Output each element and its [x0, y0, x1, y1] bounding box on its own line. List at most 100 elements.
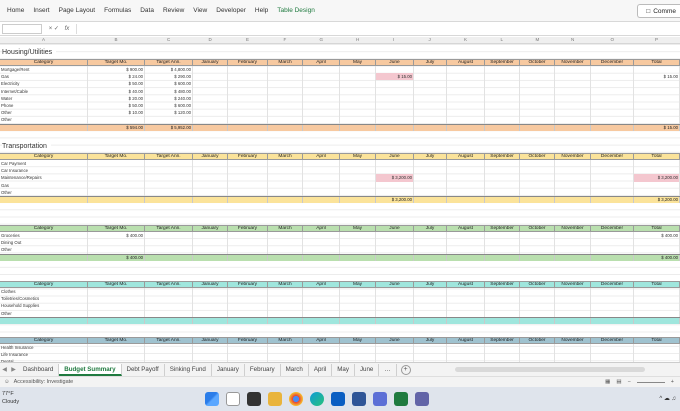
category-cell[interactable]: Car Insurance	[0, 167, 88, 175]
value-cell[interactable]	[520, 174, 555, 182]
value-cell[interactable]	[376, 87, 414, 95]
value-cell[interactable]	[340, 351, 376, 359]
total-cell[interactable]	[555, 124, 591, 131]
column-label[interactable]: Target Ann.	[145, 226, 193, 231]
value-cell[interactable]	[340, 181, 376, 189]
value-cell[interactable]	[303, 66, 340, 74]
column-label[interactable]: June	[376, 154, 414, 159]
value-cell[interactable]	[376, 246, 414, 254]
total-cell[interactable]	[447, 197, 485, 203]
ribbon-tab-formulas[interactable]: Formulas	[104, 7, 131, 14]
value-cell[interactable]	[340, 239, 376, 247]
column-header[interactable]: M	[536, 37, 540, 42]
total-cell[interactable]: $ 400.00	[634, 254, 680, 261]
value-cell[interactable]	[193, 80, 228, 88]
value-cell[interactable]	[193, 188, 228, 196]
column-label[interactable]: January	[193, 60, 228, 65]
value-cell[interactable]	[303, 309, 340, 317]
value-cell[interactable]	[447, 102, 485, 110]
value-cell[interactable]: $ 10.00	[88, 109, 145, 117]
value-cell[interactable]	[88, 246, 145, 254]
column-label[interactable]: Category	[0, 60, 88, 65]
value-cell[interactable]	[340, 94, 376, 102]
category-cell[interactable]: Maintenance/Repairs	[0, 174, 88, 182]
value-cell[interactable]	[268, 181, 303, 189]
total-cell[interactable]	[193, 254, 228, 261]
value-cell[interactable]	[591, 351, 634, 359]
value-cell[interactable]	[88, 167, 145, 175]
value-cell[interactable]	[485, 116, 520, 124]
value-cell[interactable]	[88, 344, 145, 352]
column-header[interactable]: G	[320, 37, 324, 42]
value-cell[interactable]: $ 240.00	[145, 94, 193, 102]
enter-icon[interactable]: ✓	[54, 26, 59, 32]
sheet-tab-may[interactable]: May	[332, 363, 355, 376]
value-cell[interactable]	[340, 246, 376, 254]
value-cell[interactable]	[414, 295, 447, 303]
value-cell[interactable]	[485, 239, 520, 247]
value-cell[interactable]	[520, 351, 555, 359]
column-label[interactable]: May	[340, 154, 376, 159]
column-label[interactable]: April	[303, 282, 340, 287]
column-label[interactable]: Target Mo.	[88, 154, 145, 159]
value-cell[interactable]	[414, 167, 447, 175]
column-label[interactable]: March	[268, 60, 303, 65]
total-cell[interactable]: $ 3,200.00	[376, 197, 414, 203]
value-cell[interactable]	[145, 239, 193, 247]
sheet-tab-january[interactable]: January	[212, 363, 245, 376]
value-cell[interactable]	[268, 102, 303, 110]
total-cell[interactable]	[193, 124, 228, 131]
value-cell[interactable]	[228, 102, 268, 110]
value-cell[interactable]	[228, 80, 268, 88]
value-cell[interactable]	[555, 116, 591, 124]
column-label[interactable]: Category	[0, 226, 88, 231]
value-cell[interactable]	[268, 174, 303, 182]
value-cell[interactable]: $ 40.00	[88, 87, 145, 95]
value-cell[interactable]	[555, 351, 591, 359]
column-label[interactable]: October	[520, 282, 555, 287]
value-cell[interactable]	[228, 94, 268, 102]
file-explorer-icon[interactable]	[268, 392, 282, 406]
value-cell[interactable]	[376, 188, 414, 196]
value-cell[interactable]	[414, 181, 447, 189]
value-cell[interactable]	[555, 66, 591, 74]
value-cell[interactable]	[340, 188, 376, 196]
total-cell[interactable]	[520, 197, 555, 203]
column-label[interactable]: November	[555, 282, 591, 287]
ribbon-tab-home[interactable]: Home	[7, 7, 24, 14]
sheet-tab-budget-summary[interactable]: Budget Summary	[59, 363, 122, 376]
total-cell[interactable]	[591, 317, 634, 324]
value-cell[interactable]	[555, 102, 591, 110]
value-cell[interactable]	[555, 174, 591, 182]
value-cell[interactable]	[303, 73, 340, 81]
value-cell[interactable]	[447, 302, 485, 310]
column-label[interactable]: October	[520, 226, 555, 231]
column-label[interactable]: August	[447, 338, 485, 343]
column-label[interactable]: May	[340, 226, 376, 231]
value-cell[interactable]	[340, 80, 376, 88]
total-cell[interactable]	[414, 124, 447, 131]
value-cell[interactable]	[414, 80, 447, 88]
value-cell[interactable]	[447, 109, 485, 117]
column-label[interactable]: July	[414, 338, 447, 343]
value-cell[interactable]	[447, 239, 485, 247]
column-label[interactable]: Target Ann.	[145, 154, 193, 159]
column-label[interactable]: February	[228, 282, 268, 287]
category-cell[interactable]: Phone	[0, 102, 88, 110]
value-cell[interactable]	[555, 188, 591, 196]
value-cell[interactable]	[376, 181, 414, 189]
value-cell[interactable]	[145, 288, 193, 296]
total-cell[interactable]	[0, 317, 88, 324]
total-cell[interactable]	[145, 197, 193, 203]
column-label[interactable]: Target Mo.	[88, 60, 145, 65]
total-cell[interactable]: $ 594.00	[88, 124, 145, 131]
weather-widget[interactable]: 77°F Cloudy	[2, 390, 19, 406]
total-cell[interactable]	[88, 317, 145, 324]
column-label[interactable]: Target Mo.	[88, 338, 145, 343]
windows-start-icon[interactable]	[205, 392, 219, 406]
column-label[interactable]: December	[591, 154, 634, 159]
column-label[interactable]: February	[228, 60, 268, 65]
column-label[interactable]: June	[376, 60, 414, 65]
category-cell[interactable]: Water	[0, 94, 88, 102]
column-header[interactable]: H	[356, 37, 359, 42]
